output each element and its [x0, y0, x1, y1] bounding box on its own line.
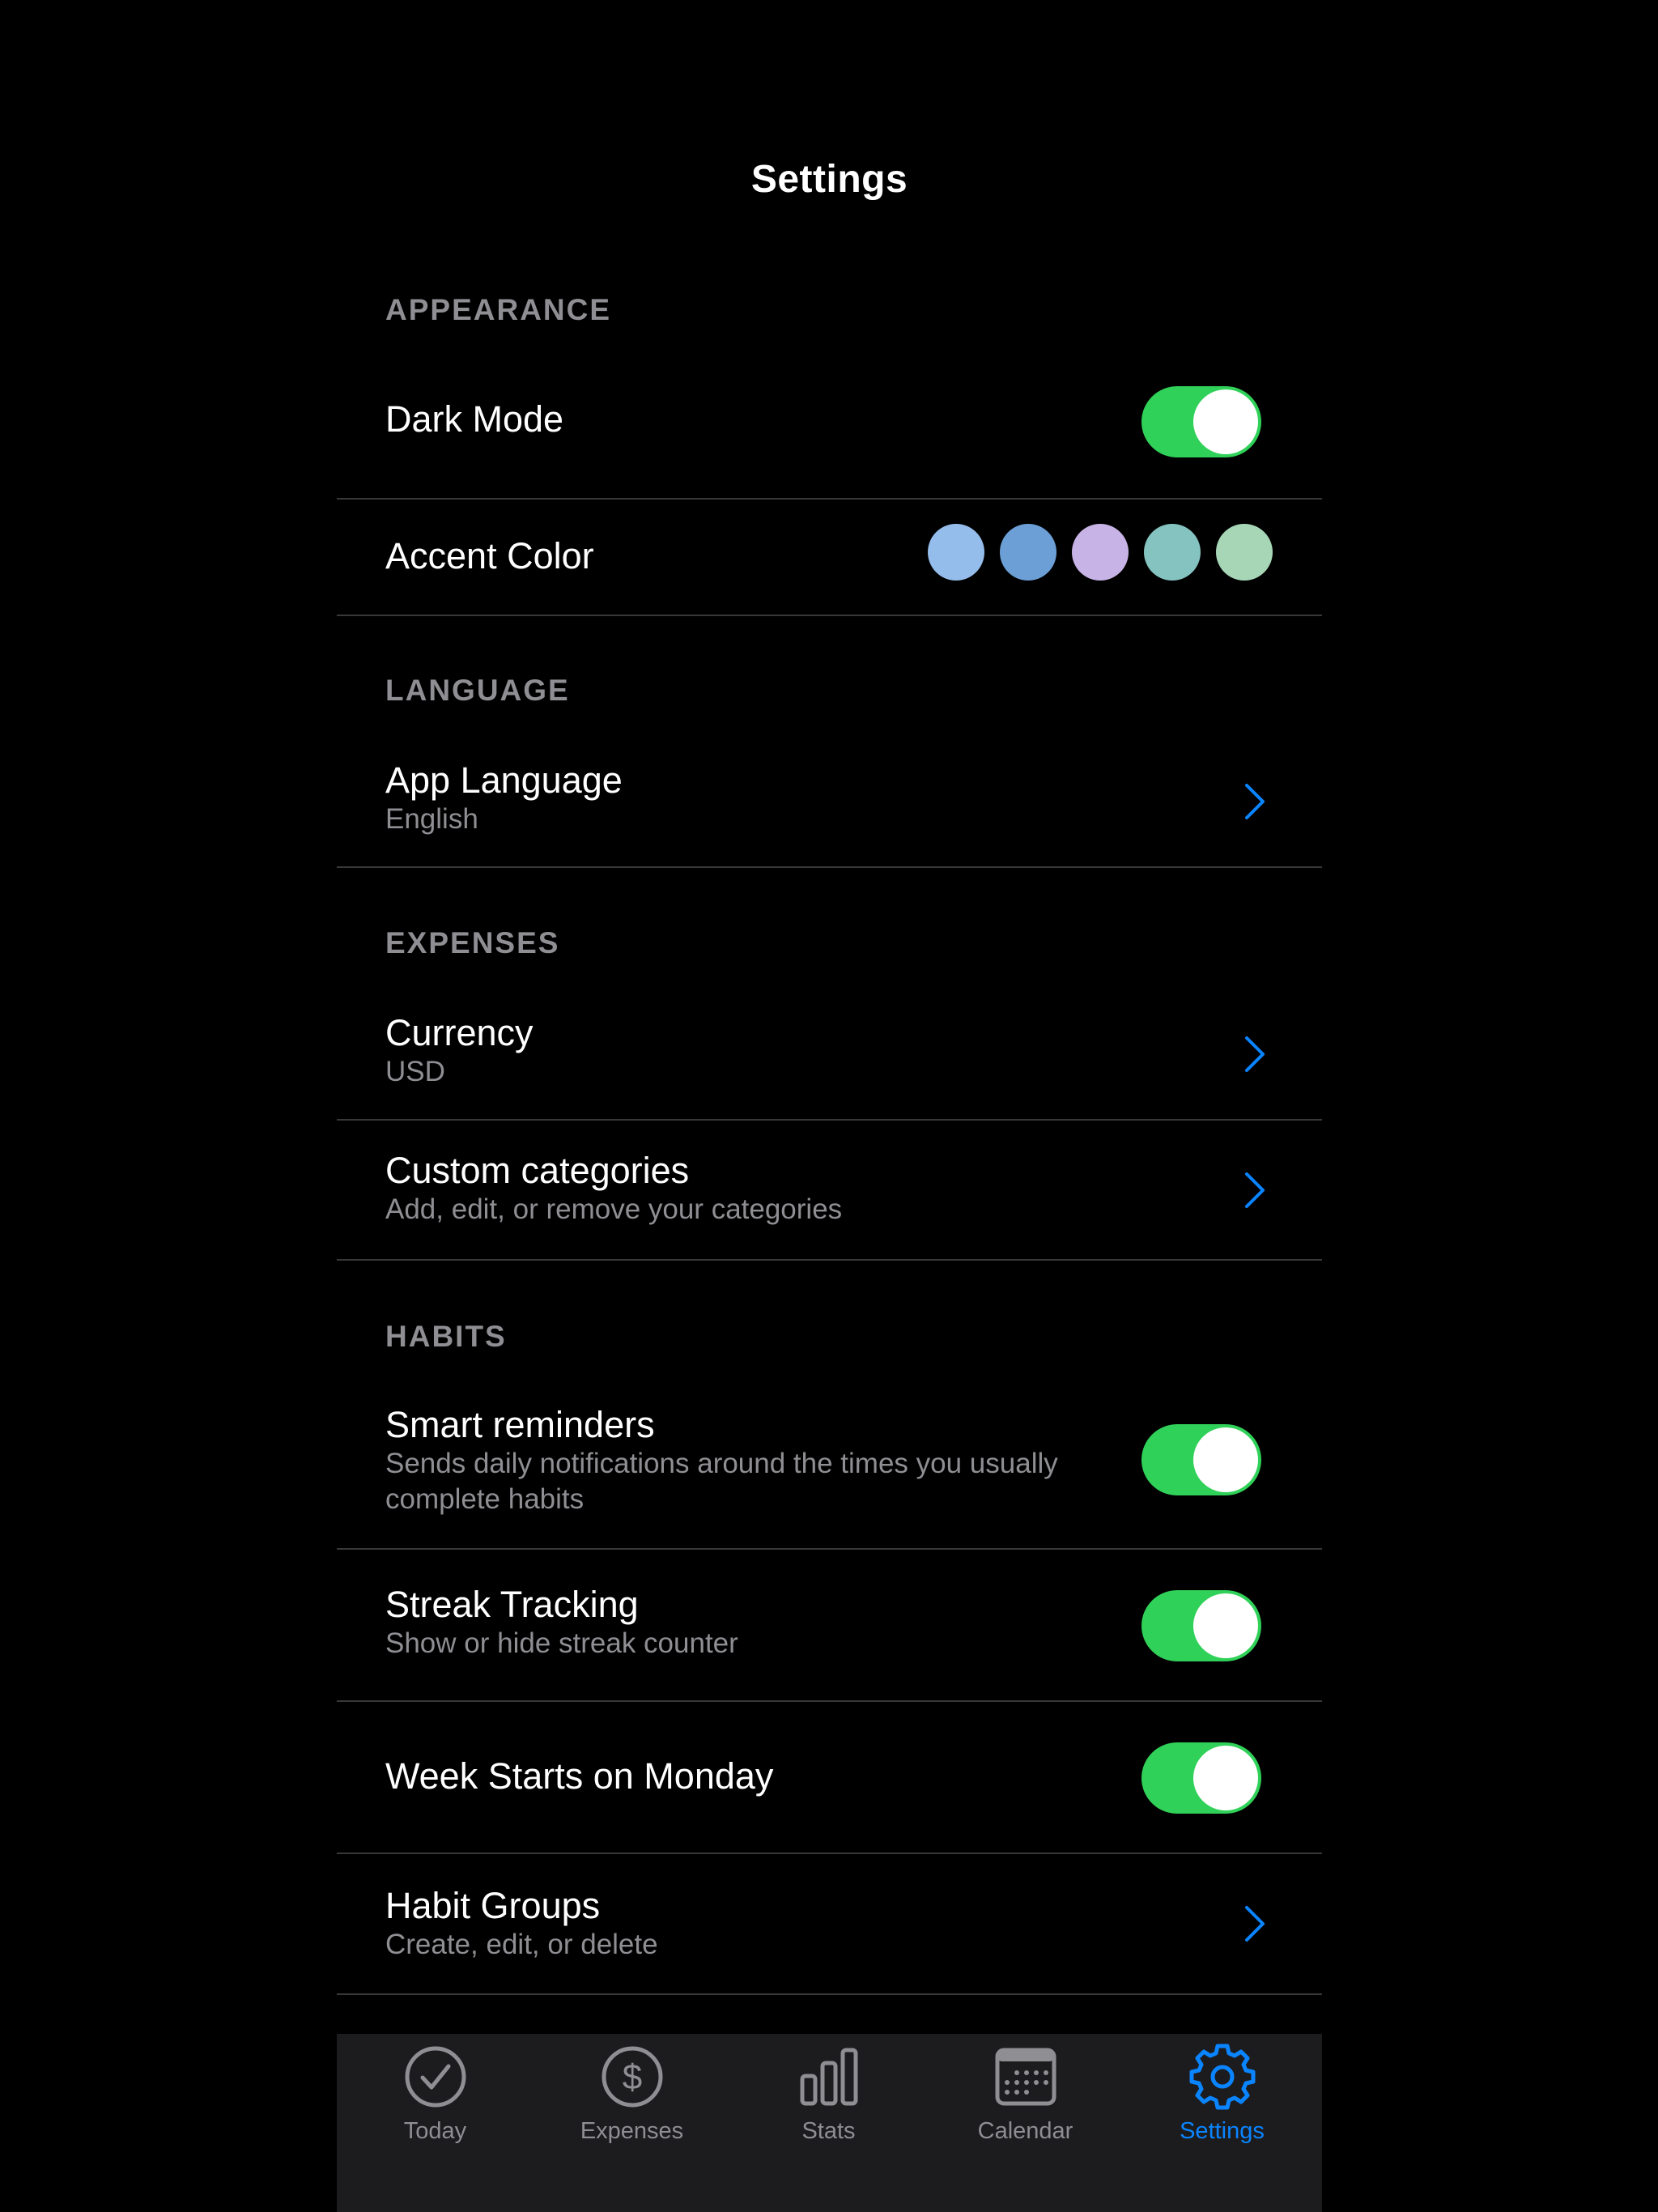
streak-tracking-label: Streak Tracking [385, 1584, 639, 1625]
chevron-right-icon [1245, 1906, 1265, 1942]
tab-expenses[interactable]: $ Expenses [534, 2034, 730, 2180]
section-header-appearance: APPEARANCE [385, 293, 612, 326]
accent-swatch-teal[interactable] [1144, 524, 1201, 581]
tab-calendar[interactable]: Calendar [927, 2034, 1124, 2180]
toggle-knob [1193, 1593, 1258, 1658]
app-language-value: English [385, 803, 478, 835]
tab-label: Expenses [580, 2118, 684, 2144]
currency-value: USD [385, 1056, 445, 1087]
bar-chart-icon [800, 2048, 858, 2106]
toggle-knob [1193, 1746, 1258, 1810]
streak-tracking-row: Streak Tracking Show or hide streak coun… [337, 1550, 1322, 1702]
settings-screen: Settings APPEARANCE Dark Mode Accent Col… [337, 0, 1322, 2212]
app-language-row[interactable]: App Language English [337, 737, 1322, 868]
smart-reminders-subtitle: Sends daily notifications around the tim… [385, 1448, 1058, 1515]
accent-color-swatches [928, 524, 1273, 581]
tab-label: Today [403, 2118, 467, 2144]
tab-bar: Today $ Expenses Stats Calendar Settings [337, 2034, 1322, 2212]
smart-reminders-row: Smart reminders Sends daily notification… [337, 1383, 1322, 1550]
habit-groups-row[interactable]: Habit Groups Create, edit, or delete [337, 1854, 1322, 1995]
currency-row[interactable]: Currency USD [337, 989, 1322, 1121]
smart-reminders-label: Smart reminders [385, 1404, 655, 1445]
section-header-habits: HABITS [385, 1320, 507, 1353]
calendar-icon [995, 2048, 1056, 2106]
page-title: Settings [750, 158, 908, 201]
toggle-knob [1193, 389, 1258, 454]
custom-categories-subtitle: Add, edit, or remove your categories [385, 1193, 843, 1225]
tab-label: Settings [1180, 2118, 1265, 2144]
custom-categories-row[interactable]: Custom categories Add, edit, or remove y… [337, 1121, 1322, 1261]
streak-tracking-toggle[interactable] [1141, 1590, 1261, 1661]
accent-swatch-light-blue[interactable] [928, 524, 984, 581]
dark-mode-toggle[interactable] [1141, 386, 1261, 457]
streak-tracking-subtitle: Show or hide streak counter [385, 1627, 738, 1659]
tab-label: Calendar [977, 2118, 1073, 2144]
accent-swatch-lavender[interactable] [1072, 524, 1129, 581]
habit-groups-label: Habit Groups [385, 1885, 601, 1926]
week-starts-monday-label: Week Starts on Monday [385, 1755, 774, 1797]
section-header-language: LANGUAGE [385, 674, 570, 707]
accent-color-row: Accent Color [337, 500, 1322, 616]
custom-categories-label: Custom categories [385, 1150, 690, 1191]
svg-text:$: $ [623, 2057, 642, 2097]
tab-settings[interactable]: Settings [1124, 2034, 1320, 2180]
week-starts-monday-row: Week Starts on Monday [337, 1702, 1322, 1854]
week-starts-monday-toggle[interactable] [1141, 1742, 1261, 1814]
chevron-right-icon [1245, 784, 1265, 819]
chevron-right-icon [1245, 1172, 1265, 1208]
app-language-label: App Language [385, 759, 623, 801]
divider [337, 1993, 1322, 1995]
checkmark-circle-icon [405, 2046, 466, 2108]
divider [337, 1259, 1322, 1261]
dollar-circle-icon: $ [602, 2046, 663, 2108]
tab-label: Stats [801, 2118, 856, 2144]
tab-stats[interactable]: Stats [730, 2034, 927, 2180]
habit-groups-subtitle: Create, edit, or delete [385, 1929, 658, 1960]
dark-mode-row: Dark Mode [337, 356, 1322, 500]
accent-swatch-mint[interactable] [1216, 524, 1273, 581]
divider [337, 866, 1322, 868]
currency-label: Currency [385, 1012, 534, 1053]
divider [337, 615, 1322, 616]
chevron-right-icon [1245, 1036, 1265, 1072]
section-header-expenses: EXPENSES [385, 926, 560, 959]
dark-mode-label: Dark Mode [385, 398, 564, 440]
accent-color-label: Accent Color [385, 535, 594, 576]
gear-icon [1189, 2044, 1256, 2110]
toggle-knob [1193, 1427, 1258, 1492]
accent-swatch-blue[interactable] [1000, 524, 1056, 581]
tab-today[interactable]: Today [337, 2034, 534, 2180]
smart-reminders-toggle[interactable] [1141, 1424, 1261, 1495]
